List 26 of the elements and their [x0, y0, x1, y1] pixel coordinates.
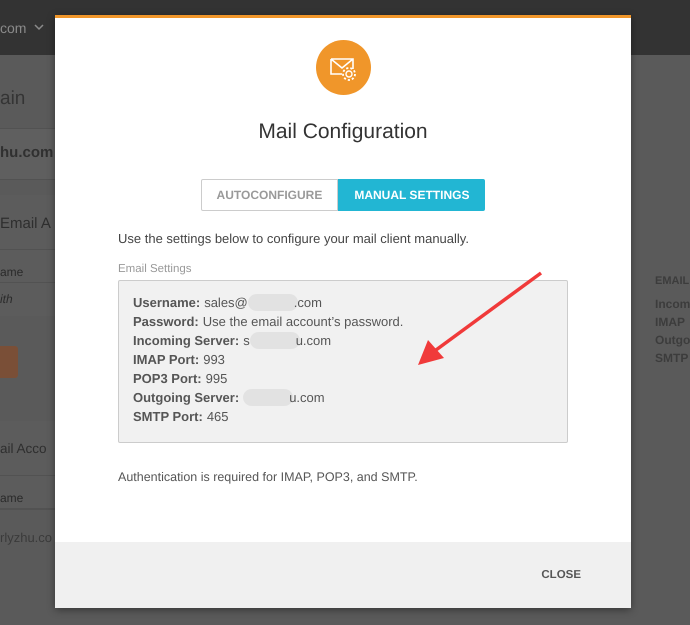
- setting-label: IMAP Port:: [133, 352, 200, 367]
- setting-label: Username:: [133, 295, 200, 310]
- setting-value: sales@: [204, 295, 248, 310]
- setting-label: Outgoing Server:: [133, 390, 240, 405]
- tab[interactable]: MANUAL SETTINGS: [338, 179, 486, 211]
- close-button[interactable]: CLOSE: [531, 561, 591, 589]
- setting-value: u.com: [289, 390, 325, 405]
- info-text: Authentication is required for IMAP, POP3, and SMTP.: [118, 470, 419, 484]
- setting-label: POP3 Port:: [133, 371, 202, 386]
- setting-value: u.com: [296, 333, 332, 348]
- setting-value: 465: [206, 409, 229, 424]
- setting-value: s: [243, 333, 250, 348]
- setting-value: Use the email account’s password.: [202, 314, 404, 329]
- setting-value: 995: [206, 371, 228, 386]
- mail-settings-icon: [316, 40, 370, 95]
- chevron-down-icon[interactable]: [34, 24, 44, 31]
- setting-label: Password:: [133, 314, 199, 329]
- section-label: Email Settings: [118, 263, 193, 275]
- setting-value: .com: [294, 295, 322, 310]
- setting-label: Incoming Server:: [133, 333, 240, 348]
- instruction-text: Use the settings below to configure your mail client manually.: [118, 231, 470, 246]
- setting-value: 993: [203, 352, 225, 367]
- setting-label: SMTP Port:: [133, 409, 203, 424]
- account-name: com: [0, 20, 26, 36]
- dialog-title: Mail Configuration: [258, 120, 428, 145]
- tab[interactable]: AUTOCONFIGURE: [200, 179, 338, 211]
